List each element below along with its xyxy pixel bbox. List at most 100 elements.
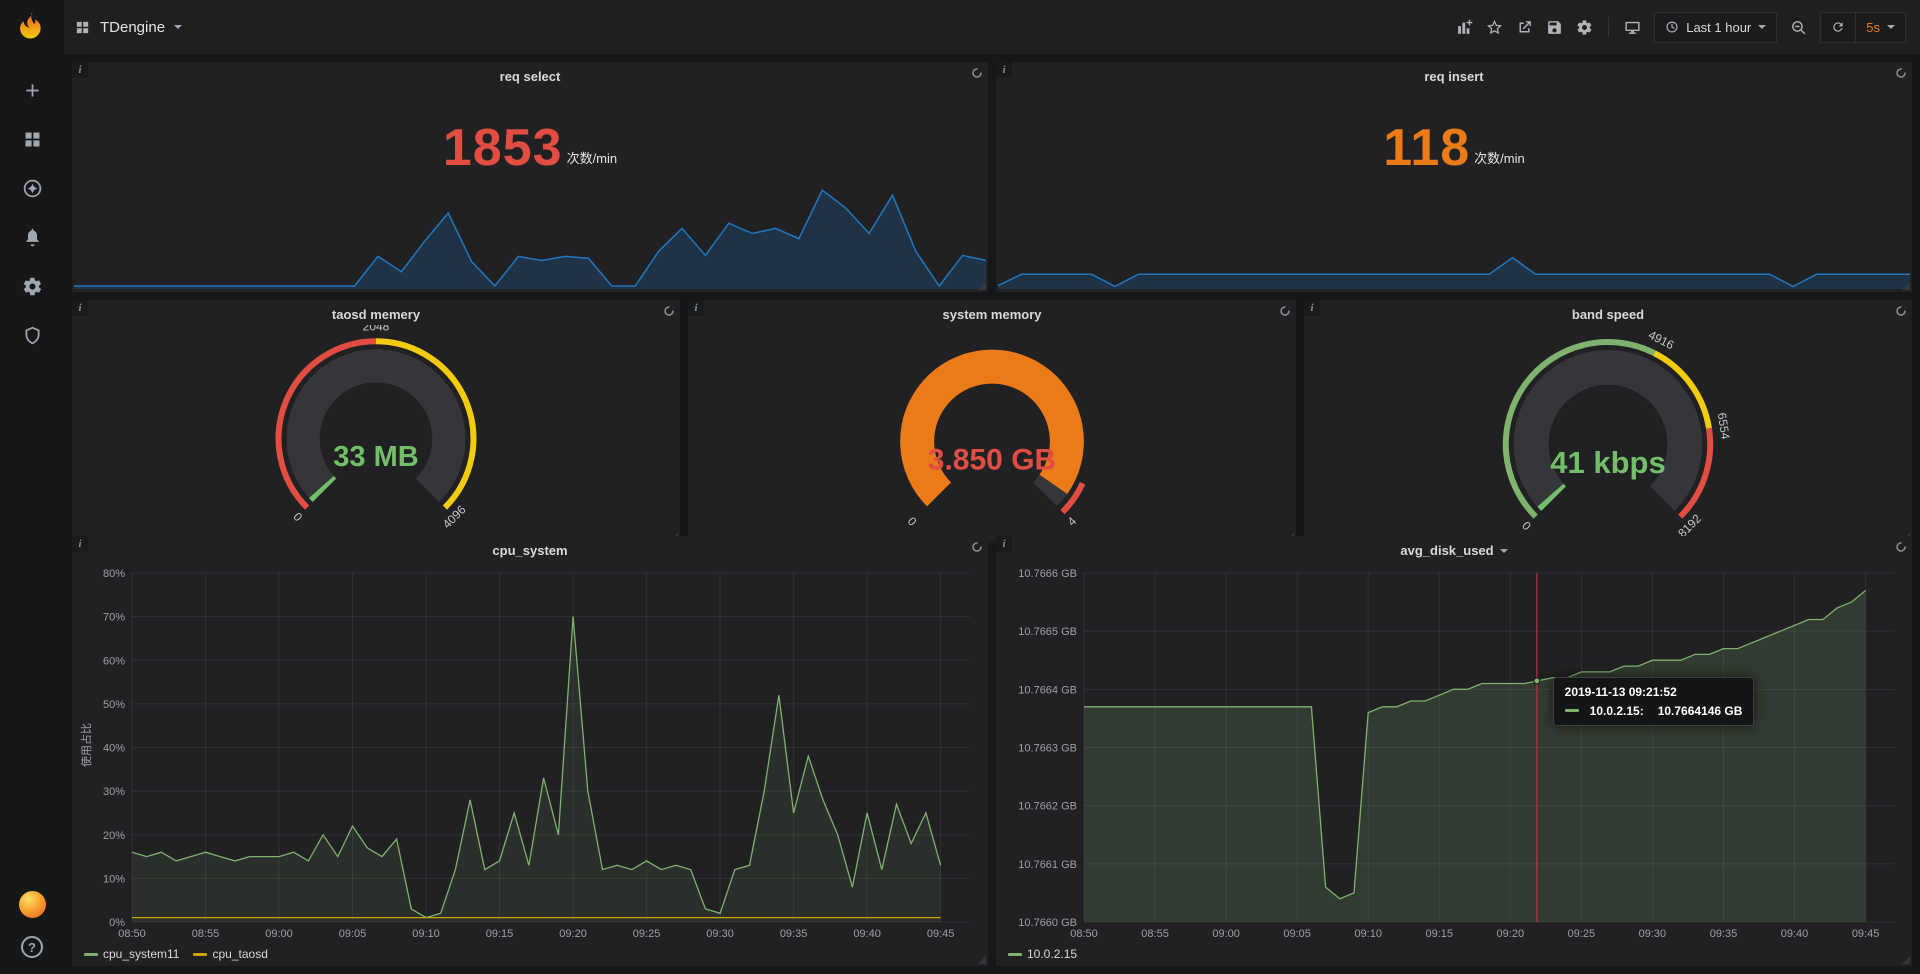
dashboard-caret-icon[interactable] [174, 25, 182, 29]
refresh-group: 5s [1820, 12, 1906, 43]
legend-item[interactable]: 10.0.2.15 [1008, 947, 1077, 961]
legend-color-dash [1008, 953, 1022, 956]
dashboard-row-3: i cpu_system 使用占比 0%10%20%30%40%50%60%70… [72, 536, 1912, 966]
help-icon[interactable]: ? [21, 936, 43, 958]
panel-menu-caret-icon[interactable] [1500, 549, 1508, 553]
svg-text:09:45: 09:45 [927, 928, 955, 940]
info-icon[interactable]: i [1304, 300, 1320, 316]
svg-text:09:05: 09:05 [339, 928, 367, 940]
panel-title[interactable]: band speed [1304, 300, 1912, 325]
refresh-button[interactable] [1821, 13, 1855, 42]
panel-title[interactable]: avg_disk_used [996, 536, 1912, 561]
save-icon[interactable] [1546, 19, 1563, 36]
svg-text:09:20: 09:20 [1497, 928, 1525, 940]
dashboard-title[interactable]: TDengine [100, 19, 165, 36]
time-picker-button[interactable]: Last 1 hour [1655, 13, 1776, 42]
alerting-bell-icon[interactable] [22, 227, 43, 248]
panel-loading-icon [1279, 304, 1291, 316]
time-picker[interactable]: Last 1 hour [1654, 12, 1777, 43]
svg-text:10%: 10% [103, 873, 125, 885]
svg-text:08:55: 08:55 [1141, 928, 1169, 940]
panel-band-speed: i band speed 049166554819241 kbps [1304, 300, 1912, 543]
refresh-interval-caret-icon [1887, 25, 1895, 29]
panel-loading-icon [1895, 304, 1907, 316]
breadcrumb: TDengine [74, 19, 182, 36]
svg-text:10.7663 GB: 10.7663 GB [1018, 743, 1077, 755]
sparkline-chart [998, 179, 1910, 289]
time-series-chart[interactable]: 2019-11-13 09:21:52 10.0.2.15: 10.766414… [1000, 563, 1906, 942]
svg-text:10.7662 GB: 10.7662 GB [1018, 801, 1077, 813]
panel-title[interactable]: req insert [996, 62, 1912, 87]
panel-title[interactable]: taosd memery [72, 300, 680, 325]
svg-text:80%: 80% [103, 568, 125, 580]
user-avatar[interactable] [19, 891, 46, 918]
panel-cpu-system: i cpu_system 使用占比 0%10%20%30%40%50%60%70… [72, 536, 988, 966]
tooltip-series-dash [1565, 709, 1579, 712]
create-plus-icon[interactable] [22, 80, 43, 101]
info-icon[interactable]: i [72, 62, 88, 78]
refresh-interval-picker[interactable]: 5s [1856, 13, 1905, 42]
panel-title[interactable]: cpu_system [72, 536, 988, 561]
panel-title-text: system memory [943, 307, 1042, 322]
panel-title-text: band speed [1572, 307, 1644, 322]
svg-text:2048: 2048 [363, 325, 390, 333]
svg-text:20%: 20% [103, 830, 125, 842]
sidebar-bottom: ? [19, 891, 46, 958]
svg-text:10.7666 GB: 10.7666 GB [1018, 568, 1077, 580]
svg-text:0: 0 [905, 514, 920, 529]
panel-title[interactable]: req select [72, 62, 988, 87]
legend-item[interactable]: cpu_system11 [84, 947, 179, 961]
topbar-divider [1608, 17, 1609, 37]
svg-text:30%: 30% [103, 786, 125, 798]
explore-compass-icon[interactable] [22, 178, 43, 199]
time-series-chart[interactable]: 使用占比 0%10%20%30%40%50%60%70%80%08:5008:5… [76, 563, 982, 942]
zoom-out-icon[interactable] [1790, 19, 1807, 36]
add-panel-icon[interactable] [1456, 19, 1473, 36]
svg-text:6554: 6554 [1715, 412, 1733, 441]
panel-title-text: taosd memery [332, 307, 420, 322]
svg-text:0: 0 [290, 510, 305, 525]
info-icon[interactable]: i [72, 536, 88, 552]
dashboard-row-2: i taosd memery 02048409633 MB i sy [72, 300, 1912, 528]
info-icon[interactable]: i [688, 300, 704, 316]
dashboards-grid-icon[interactable] [22, 129, 43, 150]
sidebar: ? [0, 0, 64, 974]
tv-mode-icon[interactable] [1624, 19, 1641, 36]
dashboard-grid-icon[interactable] [74, 19, 91, 36]
panel-system-memory: i system memory 043.850 GB [688, 300, 1296, 543]
configuration-gear-icon[interactable] [22, 276, 43, 297]
legend-color-dash [193, 953, 207, 956]
tooltip-series-name: 10.0.2.15: [1590, 704, 1644, 718]
gauge-chart: 02048409633 MB [72, 325, 680, 543]
info-icon[interactable]: i [996, 536, 1012, 552]
info-icon[interactable]: i [72, 300, 88, 316]
server-admin-shield-icon[interactable] [22, 325, 43, 346]
svg-text:40%: 40% [103, 743, 125, 755]
panel-loading-icon [663, 304, 675, 316]
grafana-logo[interactable] [0, 0, 64, 54]
chart-legend: 10.0.2.15 [996, 942, 1912, 966]
panel-title[interactable]: system memory [688, 300, 1296, 325]
panel-title-text: req insert [1424, 69, 1483, 84]
svg-text:60%: 60% [103, 655, 125, 667]
main-area: TDengine [64, 0, 1920, 974]
info-icon[interactable]: i [996, 62, 1012, 78]
panel-loading-icon [971, 66, 983, 78]
svg-text:09:45: 09:45 [1852, 928, 1880, 940]
settings-gear-icon[interactable] [1576, 19, 1593, 36]
svg-text:10.7661 GB: 10.7661 GB [1018, 859, 1077, 871]
stat-value: 118 [1383, 122, 1470, 174]
refresh-interval-label: 5s [1866, 20, 1880, 35]
tooltip-series-row: 10.0.2.15: 10.7664146 GB [1565, 704, 1743, 718]
svg-text:10.7664 GB: 10.7664 GB [1018, 684, 1077, 696]
svg-text:08:50: 08:50 [118, 928, 146, 940]
share-icon[interactable] [1516, 19, 1533, 36]
legend-item[interactable]: cpu_taosd [193, 947, 267, 961]
panel-loading-icon [971, 540, 983, 552]
svg-text:09:10: 09:10 [412, 928, 440, 940]
svg-text:09:40: 09:40 [1781, 928, 1809, 940]
stat-unit: 次数/min [567, 148, 618, 174]
legend-color-dash [84, 953, 98, 956]
star-icon[interactable] [1486, 19, 1503, 36]
singlestat-value-group: 118 次数/min [996, 122, 1912, 174]
